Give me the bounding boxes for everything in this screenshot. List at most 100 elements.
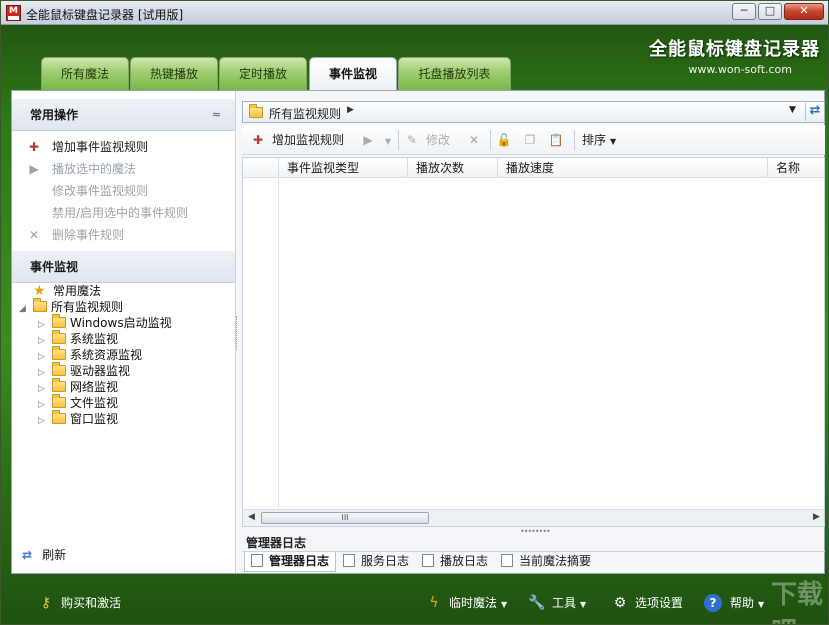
tree-node[interactable]: ▷ 窗口监视 xyxy=(38,410,118,429)
common-ops-title: 常用操作 xyxy=(30,108,79,122)
paste-button[interactable]: 📋 xyxy=(548,132,570,148)
scroll-right-icon[interactable]: ▶ xyxy=(813,512,820,522)
log-panel-title: 管理器日志 xyxy=(246,536,307,550)
lock-button[interactable]: 🔓 xyxy=(496,132,518,148)
right-panel: 所有监视规则 ▶ ▼ ⇄ ✚ 增加监视规则 ▶ ▼ ✎ 修改 ✕ 🔓 ❐ 📋 排… xyxy=(242,101,825,573)
window-title: 全能鼠标键盘记录器 [试用版] xyxy=(26,8,184,22)
lock-icon: 🔓 xyxy=(496,133,512,147)
delete-icon: ✕ xyxy=(28,228,40,242)
common-ops-header[interactable]: 常用操作 ≈ xyxy=(12,99,235,131)
vertical-splitter[interactable] xyxy=(236,316,240,350)
column-header-speed[interactable]: 播放速度 xyxy=(497,158,767,178)
tree-node[interactable]: ▷ 系统资源监视 xyxy=(38,346,142,363)
column-header-index[interactable] xyxy=(243,158,278,178)
tree-node[interactable]: ▷ Windows启动监视 xyxy=(38,314,172,331)
log-tab-play[interactable]: 播放日志 xyxy=(416,552,494,572)
tab-tray-playlist[interactable]: 托盘播放列表 xyxy=(398,57,511,90)
tab-all-magic[interactable]: 所有魔法 xyxy=(41,57,129,90)
tree-node[interactable]: ▷ 文件监视 xyxy=(38,394,118,411)
delete-icon: ✕ xyxy=(468,133,480,147)
tools-button[interactable]: 🔧 工具 ▼ xyxy=(528,594,586,612)
add-rule-icon: ✚ xyxy=(28,140,40,154)
play-icon: ▶ xyxy=(29,162,39,176)
refresh-button[interactable]: ⇄ 刷新 xyxy=(22,546,66,563)
chevron-down-icon: ▼ xyxy=(384,137,392,146)
help-button[interactable]: ? 帮助 ▼ xyxy=(704,594,764,612)
play-icon: ▶ xyxy=(363,133,373,147)
folder-icon xyxy=(52,314,66,328)
log-tab-manager[interactable]: 管理器日志 xyxy=(244,552,337,572)
op-play-selected[interactable]: ▶ 播放选中的魔法 xyxy=(26,160,136,178)
chevron-down-icon: ▼ xyxy=(580,600,587,609)
folder-icon xyxy=(249,104,263,118)
delete-button[interactable]: ✕ xyxy=(466,132,488,148)
path-text[interactable]: 所有监视规则 xyxy=(269,105,341,122)
refresh-icon: ⇄ xyxy=(22,548,33,562)
scroll-thumb[interactable]: III xyxy=(261,512,429,524)
horizontal-scrollbar[interactable]: ◀ III ▶ xyxy=(243,509,824,526)
app-icon: M xyxy=(6,5,21,21)
folder-icon xyxy=(52,330,66,344)
summary-icon xyxy=(501,554,513,567)
folder-icon xyxy=(52,394,66,408)
collapsed-arrow-icon[interactable]: ▷ xyxy=(38,413,52,429)
brand-title: 全能鼠标键盘记录器 xyxy=(649,39,820,60)
chevron-down-icon: ▼ xyxy=(758,600,765,609)
log-tab-summary[interactable]: 当前魔法摘要 xyxy=(495,552,597,572)
sort-button[interactable]: 排序 ▼ xyxy=(582,132,616,148)
chevron-down-icon[interactable]: ▼ xyxy=(789,105,796,115)
brand: 全能鼠标键盘记录器 www.won-soft.com xyxy=(649,35,820,76)
tree-node[interactable]: ▷ 网络监视 xyxy=(38,378,118,395)
tab-hotkey-play[interactable]: 热键播放 xyxy=(130,57,218,90)
go-refresh-icon[interactable]: ⇄ xyxy=(805,103,824,121)
add-rule-button[interactable]: ✚ 增加监视规则 xyxy=(250,132,344,148)
help-icon: ? xyxy=(704,594,722,612)
tab-timed-play[interactable]: 定时播放 xyxy=(219,57,307,90)
tree-node[interactable]: ▷ 系统监视 xyxy=(38,330,118,347)
maximize-button[interactable]: □ xyxy=(758,3,782,20)
copy-icon: ❐ xyxy=(524,133,536,147)
op-delete-rule[interactable]: ✕ 删除事件规则 xyxy=(26,226,124,244)
log-tab-service[interactable]: 服务日志 xyxy=(337,552,415,572)
op-toggle-rule[interactable]: 禁用/启用选中的事件规则 xyxy=(26,204,188,222)
minimize-button[interactable]: ─ xyxy=(732,3,756,20)
path-separator-icon[interactable]: ▶ xyxy=(347,105,354,115)
tab-event-monitor[interactable]: 事件监视 xyxy=(309,57,397,90)
op-edit-rule[interactable]: 修改事件监视规则 xyxy=(26,182,148,200)
left-panel: 常用操作 ≈ ✚ 增加事件监视规则 ▶ 播放选中的魔法 修改事件监视规则 禁用/启用… xyxy=(12,91,236,573)
toolbar-divider xyxy=(574,130,575,150)
brand-url[interactable]: www.won-soft.com xyxy=(649,63,792,76)
table-column-divider xyxy=(278,178,279,508)
copy-button[interactable]: ❐ xyxy=(522,132,544,148)
expanded-arrow-icon[interactable]: ◢ xyxy=(19,301,33,317)
document-icon xyxy=(422,554,434,567)
lightning-icon: ϟ xyxy=(429,595,439,611)
scroll-left-icon[interactable]: ◀ xyxy=(248,512,255,522)
gear-icon: ⚙ xyxy=(613,595,627,611)
chevron-down-icon: ▼ xyxy=(501,600,508,609)
toolbar-divider xyxy=(398,130,399,150)
log-tabs: 管理器日志 服务日志 播放日志 当前魔法摘要 xyxy=(242,551,825,572)
edit-button[interactable]: ✎ 修改 xyxy=(404,132,450,148)
column-header-name[interactable]: 名称 xyxy=(767,158,824,178)
column-header-count[interactable]: 播放次数 xyxy=(407,158,497,178)
buy-activate-button[interactable]: ⚷ 购买和激活 xyxy=(37,594,121,612)
op-add-rule[interactable]: ✚ 增加事件监视规则 xyxy=(26,138,148,156)
horizontal-splitter[interactable]: •••••••• xyxy=(520,527,551,536)
rules-table: 事件监视类型 播放次数 播放速度 名称 ◀ III ▶ xyxy=(242,157,825,527)
document-icon xyxy=(343,554,355,567)
toolbar: ✚ 增加监视规则 ▶ ▼ ✎ 修改 ✕ 🔓 ❐ 📋 排序 ▼ xyxy=(242,125,825,155)
column-header-type[interactable]: 事件监视类型 xyxy=(278,158,407,178)
paste-icon: 📋 xyxy=(548,133,564,147)
close-button[interactable]: ✕ xyxy=(784,3,824,20)
tree-node[interactable]: ▷ 驱动器监视 xyxy=(38,362,130,379)
settings-button[interactable]: ⚙ 选项设置 xyxy=(611,594,683,612)
tree-root[interactable]: ◢ 所有监视规则 xyxy=(19,298,123,317)
play-button[interactable]: ▶ xyxy=(360,132,382,148)
collapse-icon[interactable]: ≈ xyxy=(212,99,221,131)
folder-icon xyxy=(52,410,66,424)
watermark: 下载吧 xyxy=(771,580,824,624)
tree-favorites[interactable]: ★ 常用魔法 xyxy=(33,283,101,299)
add-rule-icon: ✚ xyxy=(252,133,264,147)
temp-magic-button[interactable]: ϟ 临时魔法 ▼ xyxy=(425,594,507,612)
